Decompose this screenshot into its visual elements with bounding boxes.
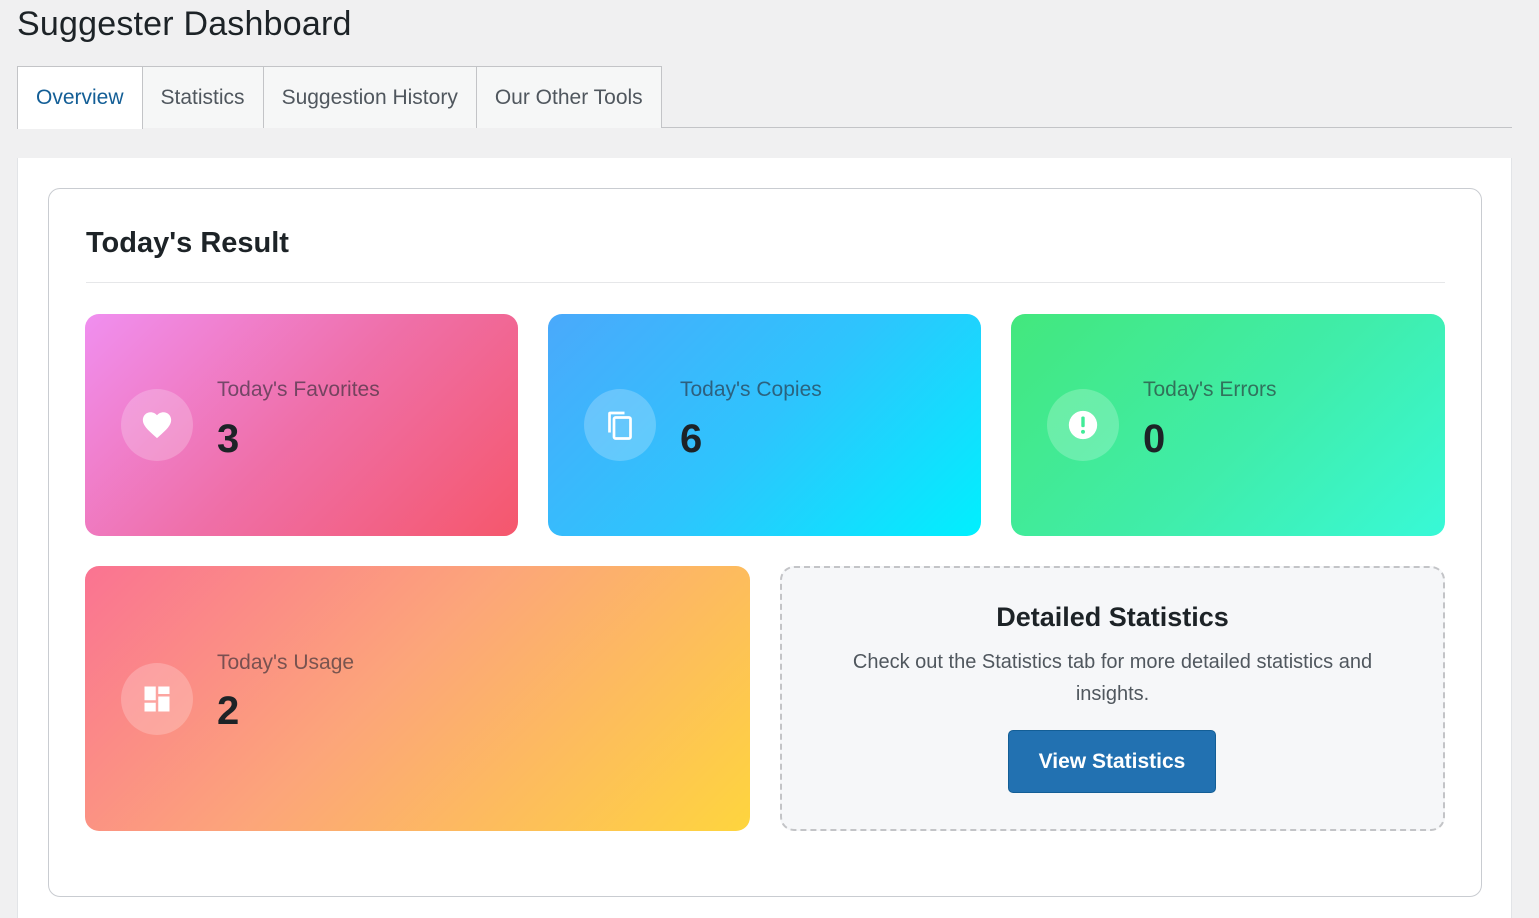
tab-bar: Overview Statistics Suggestion History O… — [17, 66, 1512, 129]
tab-suggestion-history[interactable]: Suggestion History — [262, 66, 477, 128]
stat-label: Today's Usage — [217, 651, 355, 674]
stat-value: 2 — [217, 689, 240, 733]
stat-value: 3 — [217, 417, 240, 461]
copies-stat-card: Today's Copies 6 — [548, 314, 981, 536]
tab-our-other-tools[interactable]: Our Other Tools — [475, 66, 662, 128]
tab-statistics[interactable]: Statistics — [141, 66, 264, 128]
detail-title: Detailed Statistics — [996, 602, 1229, 632]
section-divider — [86, 282, 1445, 283]
errors-stat-card: Today's Errors 0 — [1011, 314, 1445, 536]
stat-value: 0 — [1143, 417, 1166, 461]
page-title: Suggester Dashboard — [17, 5, 352, 43]
stat-label: Today's Errors — [1143, 378, 1277, 401]
detailed-statistics-box: Detailed Statistics Check out the Statis… — [780, 566, 1445, 831]
usage-stat-card: Today's Usage 2 — [85, 566, 750, 831]
detail-description: Check out the Statistics tab for more de… — [852, 651, 1373, 705]
heart-icon — [121, 389, 193, 461]
todays-result-card: Today's Result Today's Favorites 3 Today… — [48, 188, 1482, 897]
stat-label: Today's Copies — [680, 378, 822, 401]
tab-overview[interactable]: Overview — [17, 66, 143, 129]
dashboard-icon — [121, 663, 193, 735]
copy-icon — [584, 389, 656, 461]
view-statistics-button[interactable]: View Statistics — [1008, 730, 1216, 793]
error-icon — [1047, 389, 1119, 461]
content-panel: Today's Result Today's Favorites 3 Today… — [17, 158, 1512, 918]
stat-label: Today's Favorites — [217, 378, 380, 401]
favorites-stat-card: Today's Favorites 3 — [85, 314, 518, 536]
stat-value: 6 — [680, 417, 703, 461]
section-title: Today's Result — [86, 227, 289, 259]
